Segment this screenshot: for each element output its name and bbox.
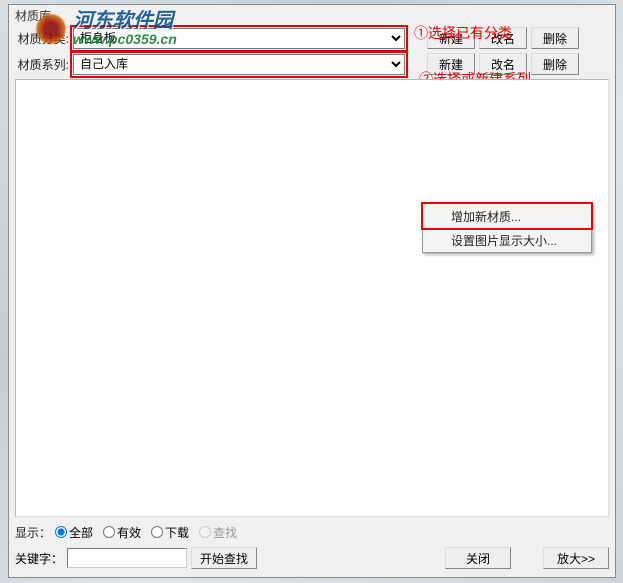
enlarge-button[interactable]: 放大>>: [543, 547, 609, 569]
category-delete-button[interactable]: 删除: [531, 27, 579, 49]
category-new-button[interactable]: 新建: [427, 27, 475, 49]
series-delete-button[interactable]: 删除: [531, 53, 579, 75]
category-rename-button[interactable]: 改名: [479, 27, 527, 49]
radio-search: 查找: [199, 524, 237, 541]
radio-valid[interactable]: 有效: [103, 524, 141, 541]
radio-search-input: [199, 526, 211, 538]
series-rename-button[interactable]: 改名: [479, 53, 527, 75]
series-new-button[interactable]: 新建: [427, 53, 475, 75]
keyword-input[interactable]: [67, 548, 187, 568]
radio-download[interactable]: 下载: [151, 524, 189, 541]
radio-all-label: 全部: [69, 524, 93, 541]
menu-set-image-size-label: 设置图片显示大小...: [451, 232, 557, 249]
series-row: 材质系列: 自己入库 新建 改名 删除: [15, 51, 609, 77]
category-label: 材质分类:: [15, 30, 71, 47]
show-label: 显示：: [15, 524, 51, 541]
radio-valid-label: 有效: [117, 524, 141, 541]
menu-add-material-label: 增加新材质...: [451, 208, 521, 225]
series-label: 材质系列:: [15, 56, 71, 73]
filter-row: 显示： 全部 有效 下载 查找: [15, 521, 609, 543]
menu-add-material[interactable]: 增加新材质...: [423, 204, 591, 228]
radio-download-label: 下载: [165, 524, 189, 541]
keyword-label: 关键字：: [15, 550, 63, 567]
material-library-window: 材质库 材质分类: 柜身板 新建 改名 删除 材质系列: 自己入库: [8, 4, 616, 578]
radio-search-label: 查找: [213, 524, 237, 541]
category-row: 材质分类: 柜身板 新建 改名 删除: [15, 25, 609, 51]
start-search-button[interactable]: 开始查找: [191, 547, 257, 569]
menu-set-image-size[interactable]: 设置图片显示大小...: [423, 228, 591, 252]
window-title: 材质库: [9, 5, 615, 23]
material-list-area[interactable]: [15, 79, 609, 517]
radio-valid-input[interactable]: [103, 526, 115, 538]
close-button[interactable]: 关闭: [445, 547, 511, 569]
category-combo[interactable]: 柜身板: [73, 28, 405, 49]
context-menu: 增加新材质... 设置图片显示大小...: [422, 203, 592, 253]
radio-all-input[interactable]: [55, 526, 67, 538]
radio-all[interactable]: 全部: [55, 524, 93, 541]
search-row: 关键字： 开始查找 关闭 放大>>: [15, 545, 609, 571]
radio-download-input[interactable]: [151, 526, 163, 538]
series-combo[interactable]: 自己入库: [73, 54, 405, 75]
